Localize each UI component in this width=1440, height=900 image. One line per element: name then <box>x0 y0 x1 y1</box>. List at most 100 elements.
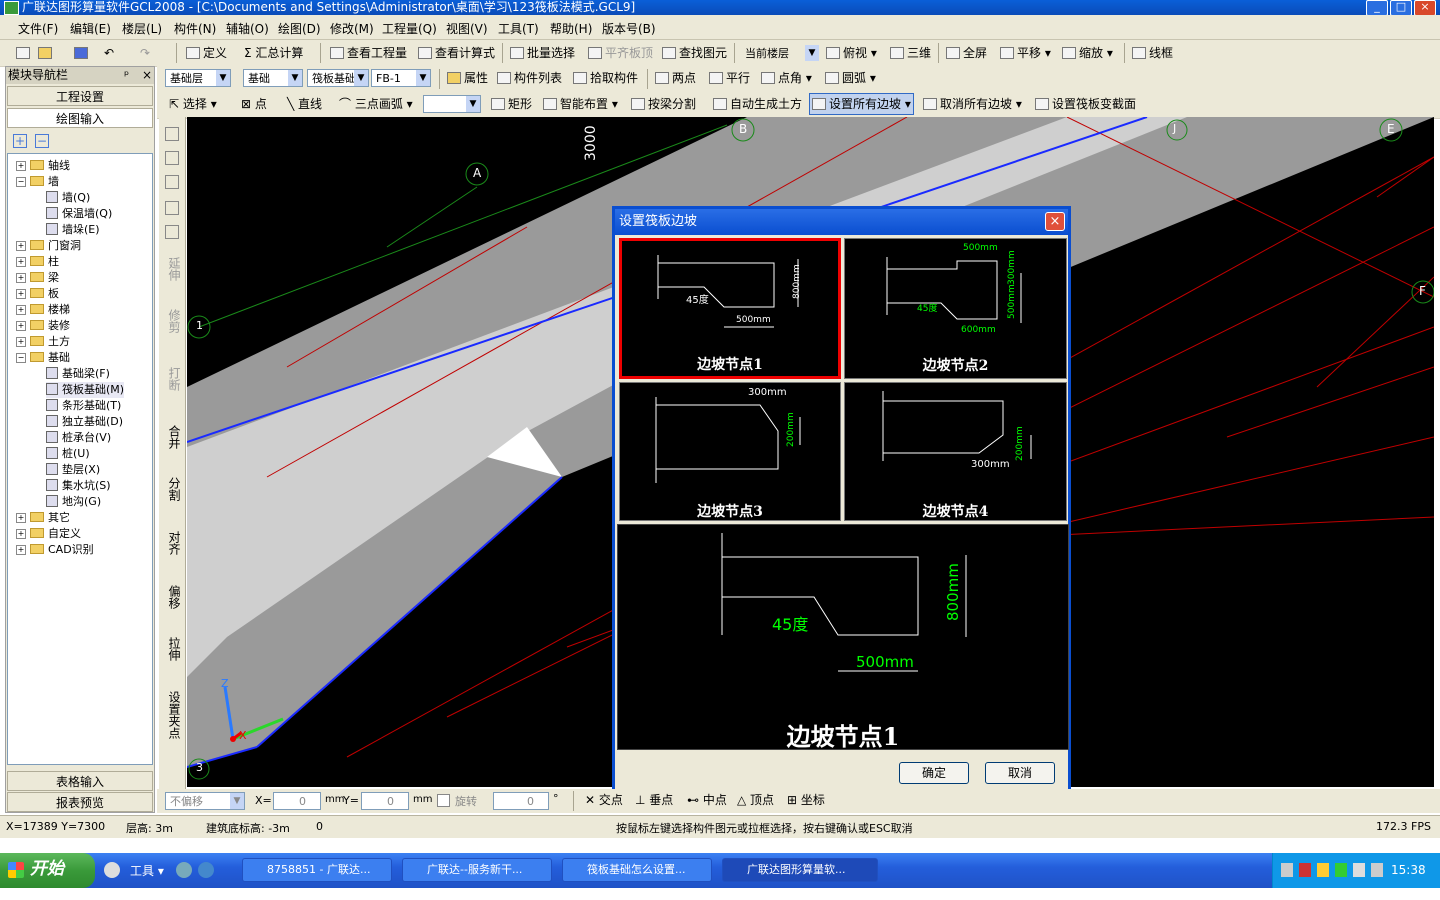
snap-vertex[interactable]: △ 顶点 <box>737 790 774 810</box>
component-select[interactable]: FB-1 ▼ <box>371 69 431 87</box>
ie-icon[interactable] <box>198 862 214 878</box>
x-input[interactable]: 0 <box>273 792 321 810</box>
cancel-button[interactable]: 取消 <box>985 762 1055 784</box>
tree-item[interactable]: + CAD识别 <box>16 542 94 558</box>
snap-intersection[interactable]: ✕ 交点 <box>585 790 623 810</box>
point-angle-button[interactable]: 点角 ▾ <box>761 68 812 88</box>
expand-toggle-icon[interactable]: + <box>16 529 26 539</box>
line-button[interactable]: ╲ 直线 <box>287 94 322 114</box>
tree-item[interactable]: + 其它 <box>16 510 70 526</box>
three-point-arc-button[interactable]: ⌒ 三点画弧 ▾ <box>339 94 413 114</box>
tree-item[interactable]: + 柱 <box>16 254 59 270</box>
project-setup-button[interactable]: 工程设置 <box>7 86 153 106</box>
expand-toggle-icon[interactable]: + <box>16 337 26 347</box>
find-element-button[interactable]: 查找图元 <box>662 43 727 63</box>
tree-item[interactable]: 基础梁(F) <box>46 366 110 382</box>
auto-earthwork-button[interactable]: 自动生成土方 <box>713 94 802 114</box>
quicklaunch-icon[interactable] <box>104 862 120 878</box>
zoom-button[interactable]: 缩放 ▾ <box>1062 43 1113 63</box>
rotate-checkbox[interactable] <box>437 794 450 807</box>
slope-node-4-option[interactable]: 300mm 200mm 边坡节点4 <box>844 382 1067 521</box>
tree-item[interactable]: 桩(U) <box>46 446 90 462</box>
tray-icon[interactable] <box>1299 863 1311 877</box>
tree-item[interactable]: 墙(Q) <box>46 190 90 206</box>
vtool-button[interactable]: 设置夹点 <box>163 691 181 739</box>
expand-toggle-icon[interactable]: + <box>16 241 26 251</box>
tool-icon[interactable] <box>165 175 179 189</box>
parallel-button[interactable]: 平行 <box>709 68 750 88</box>
tool-icon[interactable] <box>165 201 179 215</box>
vtool-button[interactable]: 合并 <box>163 425 181 449</box>
expand-toggle-icon[interactable]: − <box>16 353 26 363</box>
tray-icon[interactable] <box>1281 863 1293 877</box>
dialog-close-button[interactable]: × <box>1045 212 1065 231</box>
minimize-button[interactable]: _ <box>1366 0 1388 16</box>
vtool-button[interactable]: 偏移 <box>163 585 181 609</box>
menu-aux-axis[interactable]: 辅轴(O) <box>226 20 269 37</box>
tree-item[interactable]: + 梁 <box>16 270 59 286</box>
menu-draw[interactable]: 绘图(D) <box>278 20 321 37</box>
properties-button[interactable]: 属性 <box>447 68 488 88</box>
menu-help[interactable]: 帮助(H) <box>550 20 592 37</box>
snap-midpoint[interactable]: ⊷ 中点 <box>687 790 727 810</box>
tree-item[interactable]: − 墙 <box>16 174 59 190</box>
expand-toggle-icon[interactable]: − <box>16 177 26 187</box>
menu-floor[interactable]: 楼层(L) <box>122 20 162 37</box>
tree-item[interactable]: + 轴线 <box>16 158 70 174</box>
tools-toolbar[interactable]: 工具 ▾ <box>130 862 164 879</box>
open-icon[interactable] <box>38 43 55 63</box>
tree-item[interactable]: 桩承台(V) <box>46 430 111 446</box>
tool-icon[interactable] <box>165 151 179 165</box>
task-item-1[interactable]: 8758851 - 广联达... <box>242 858 392 882</box>
tree-item[interactable]: 墙垛(E) <box>46 222 100 238</box>
smart-layout-button[interactable]: 智能布置 ▾ <box>543 94 618 114</box>
component-type-select[interactable]: 筏板基础 ▼ <box>307 69 369 87</box>
set-variable-section-button[interactable]: 设置筏板变截面 <box>1035 94 1136 114</box>
table-input-button[interactable]: 表格输入 <box>7 771 153 791</box>
panel-close-icon[interactable]: × <box>142 67 152 84</box>
expand-toggle-icon[interactable]: + <box>16 305 26 315</box>
slope-node-1-option[interactable]: 45度 500mm 800mm 边坡节点1 <box>619 238 841 379</box>
rectangle-button[interactable]: 矩形 <box>491 94 532 114</box>
network-icon[interactable] <box>176 862 192 878</box>
save-icon[interactable] <box>74 43 91 63</box>
batch-select-button[interactable]: 批量选择 <box>510 43 575 63</box>
vtool-button[interactable]: 修剪 <box>163 309 181 333</box>
menu-view[interactable]: 视图(V) <box>446 20 488 37</box>
tree-item[interactable]: + 土方 <box>16 334 70 350</box>
snap-perpendicular[interactable]: ⊥ 垂点 <box>635 790 673 810</box>
maximize-button[interactable]: □ <box>1390 0 1412 16</box>
menu-edit[interactable]: 编辑(E) <box>70 20 111 37</box>
ok-button[interactable]: 确定 <box>899 762 969 784</box>
shield-icon[interactable] <box>1335 863 1347 877</box>
component-list-button[interactable]: 构件列表 <box>497 68 562 88</box>
3d-view-button[interactable]: 三维 <box>890 43 931 63</box>
undo-icon[interactable]: ↶ <box>104 43 114 63</box>
sum-calc-button[interactable]: Σ 汇总计算 <box>244 43 303 63</box>
arc-mode-select[interactable]: ▼ <box>423 95 481 113</box>
expand-toggle-icon[interactable]: + <box>16 257 26 267</box>
define-button[interactable]: 定义 <box>186 43 227 63</box>
volume-icon[interactable] <box>1353 863 1365 877</box>
expand-toggle-icon[interactable]: + <box>16 513 26 523</box>
menu-modify[interactable]: 修改(M) <box>330 20 374 37</box>
pin-icon[interactable]: ᵖ <box>124 67 129 84</box>
vtool-button[interactable]: 对齐 <box>163 531 181 555</box>
menu-file[interactable]: 文件(F) <box>18 20 58 37</box>
menu-tools[interactable]: 工具(T) <box>498 20 539 37</box>
expand-toggle-icon[interactable]: + <box>16 273 26 283</box>
top-view-button[interactable]: 俯视 ▾ <box>826 43 877 63</box>
collapse-all-icon[interactable]: − <box>35 134 49 148</box>
tree-item[interactable]: 条形基础(T) <box>46 398 121 414</box>
task-item-2[interactable]: 广联达--服务新干... <box>402 858 552 882</box>
full-screen-button[interactable]: 全屏 <box>946 43 987 63</box>
tree-item[interactable]: 筏板基础(M) <box>46 382 125 398</box>
snap-coordinate[interactable]: ⊞ 坐标 <box>787 790 825 810</box>
floor-scope-select[interactable]: 当前楼层 ▼ <box>740 44 820 62</box>
new-icon[interactable] <box>16 43 33 63</box>
tree-item[interactable]: − 基础 <box>16 350 70 366</box>
expand-all-icon[interactable]: + <box>13 134 27 148</box>
two-point-button[interactable]: 两点 <box>655 68 696 88</box>
tree-item[interactable]: + 板 <box>16 286 59 302</box>
cancel-all-slopes-button[interactable]: 取消所有边坡 ▾ <box>923 94 1022 114</box>
